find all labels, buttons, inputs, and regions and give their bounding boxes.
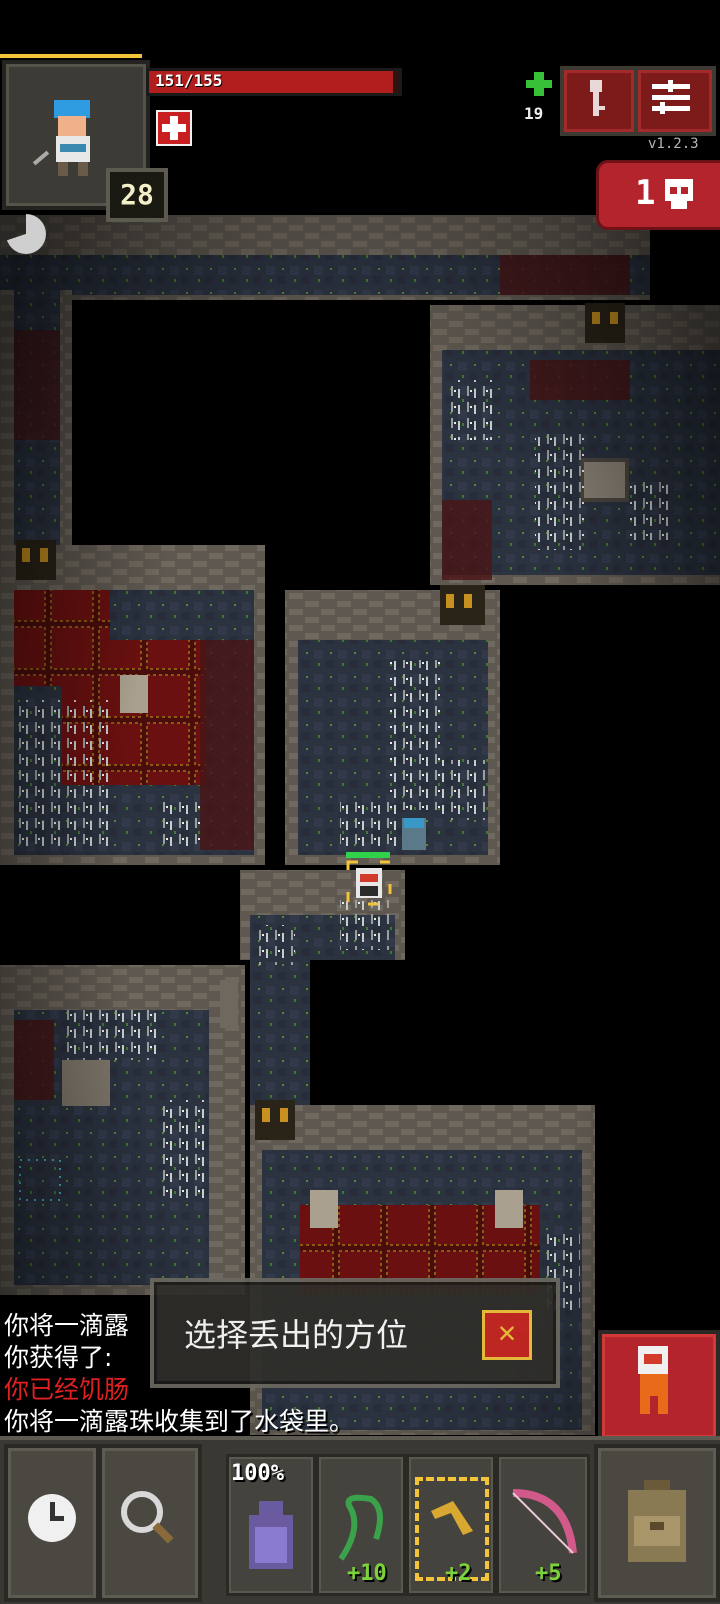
quickslot-whip[interactable]: +10 xyxy=(316,1454,406,1596)
menu-icon xyxy=(652,80,690,114)
log-line: 你将一滴露 xyxy=(4,1311,130,1340)
magnifier-icon xyxy=(121,1491,174,1544)
boomerang-upgrade: +2 xyxy=(445,1561,472,1586)
danger-indicator[interactable]: 1 xyxy=(596,160,720,230)
prompt-close-button[interactable]: ✕ xyxy=(482,1310,532,1360)
version-label: v1.2.3 xyxy=(648,136,699,152)
boomerang-icon xyxy=(431,1501,473,1535)
game-log: 你将一滴露 你获得了: 你已经饥肠 你将一滴露珠收集到了水袋里。 xyxy=(4,1310,354,1438)
menu-button[interactable] xyxy=(634,66,716,136)
clock-icon xyxy=(28,1494,76,1542)
bow-icon xyxy=(512,1489,577,1554)
danger-count: 1 xyxy=(635,173,656,213)
busy-indicator-icon xyxy=(6,214,46,254)
inventory-button[interactable] xyxy=(594,1444,720,1602)
quickslot-bow[interactable]: +5 xyxy=(496,1454,590,1596)
quickslot-boomerang[interactable]: +2 xyxy=(406,1454,496,1596)
enemy-target-icon xyxy=(638,1346,668,1414)
log-line: 你获得了: xyxy=(4,1343,113,1372)
skull-icon xyxy=(665,179,693,209)
quickslot-bar: 100% 25 +10 +2 +5 xyxy=(220,1450,590,1596)
dew-vial-icon xyxy=(249,1501,293,1569)
search-button[interactable] xyxy=(98,1444,202,1602)
backpack-icon xyxy=(628,1480,686,1562)
quickslot-dew-vial[interactable]: 100% 25 xyxy=(226,1454,348,1596)
whip-icon xyxy=(338,1494,383,1561)
bow-upgrade: +5 xyxy=(535,1561,562,1586)
log-line: 你已经饥肠 xyxy=(4,1375,130,1404)
hero-level: 28 xyxy=(106,168,168,222)
dew-vial-fill: 100% xyxy=(231,1461,284,1486)
key-icon xyxy=(590,80,605,116)
energy-indicator: 19 xyxy=(520,72,554,128)
health-buff-icon[interactable] xyxy=(156,110,192,146)
log-line: 你将一滴露珠收集到了水袋里。 xyxy=(4,1407,355,1436)
close-icon: ✕ xyxy=(497,1315,517,1350)
journal-button[interactable] xyxy=(560,66,638,136)
energy-count: 19 xyxy=(524,104,544,123)
wait-button[interactable] xyxy=(4,1444,100,1602)
hp-bar: 151/155 xyxy=(146,68,402,96)
xp-bar xyxy=(0,54,142,58)
hp-text: 151/155 xyxy=(155,71,223,90)
attack-target-button[interactable] xyxy=(598,1330,720,1442)
whip-upgrade: +10 xyxy=(347,1561,387,1586)
